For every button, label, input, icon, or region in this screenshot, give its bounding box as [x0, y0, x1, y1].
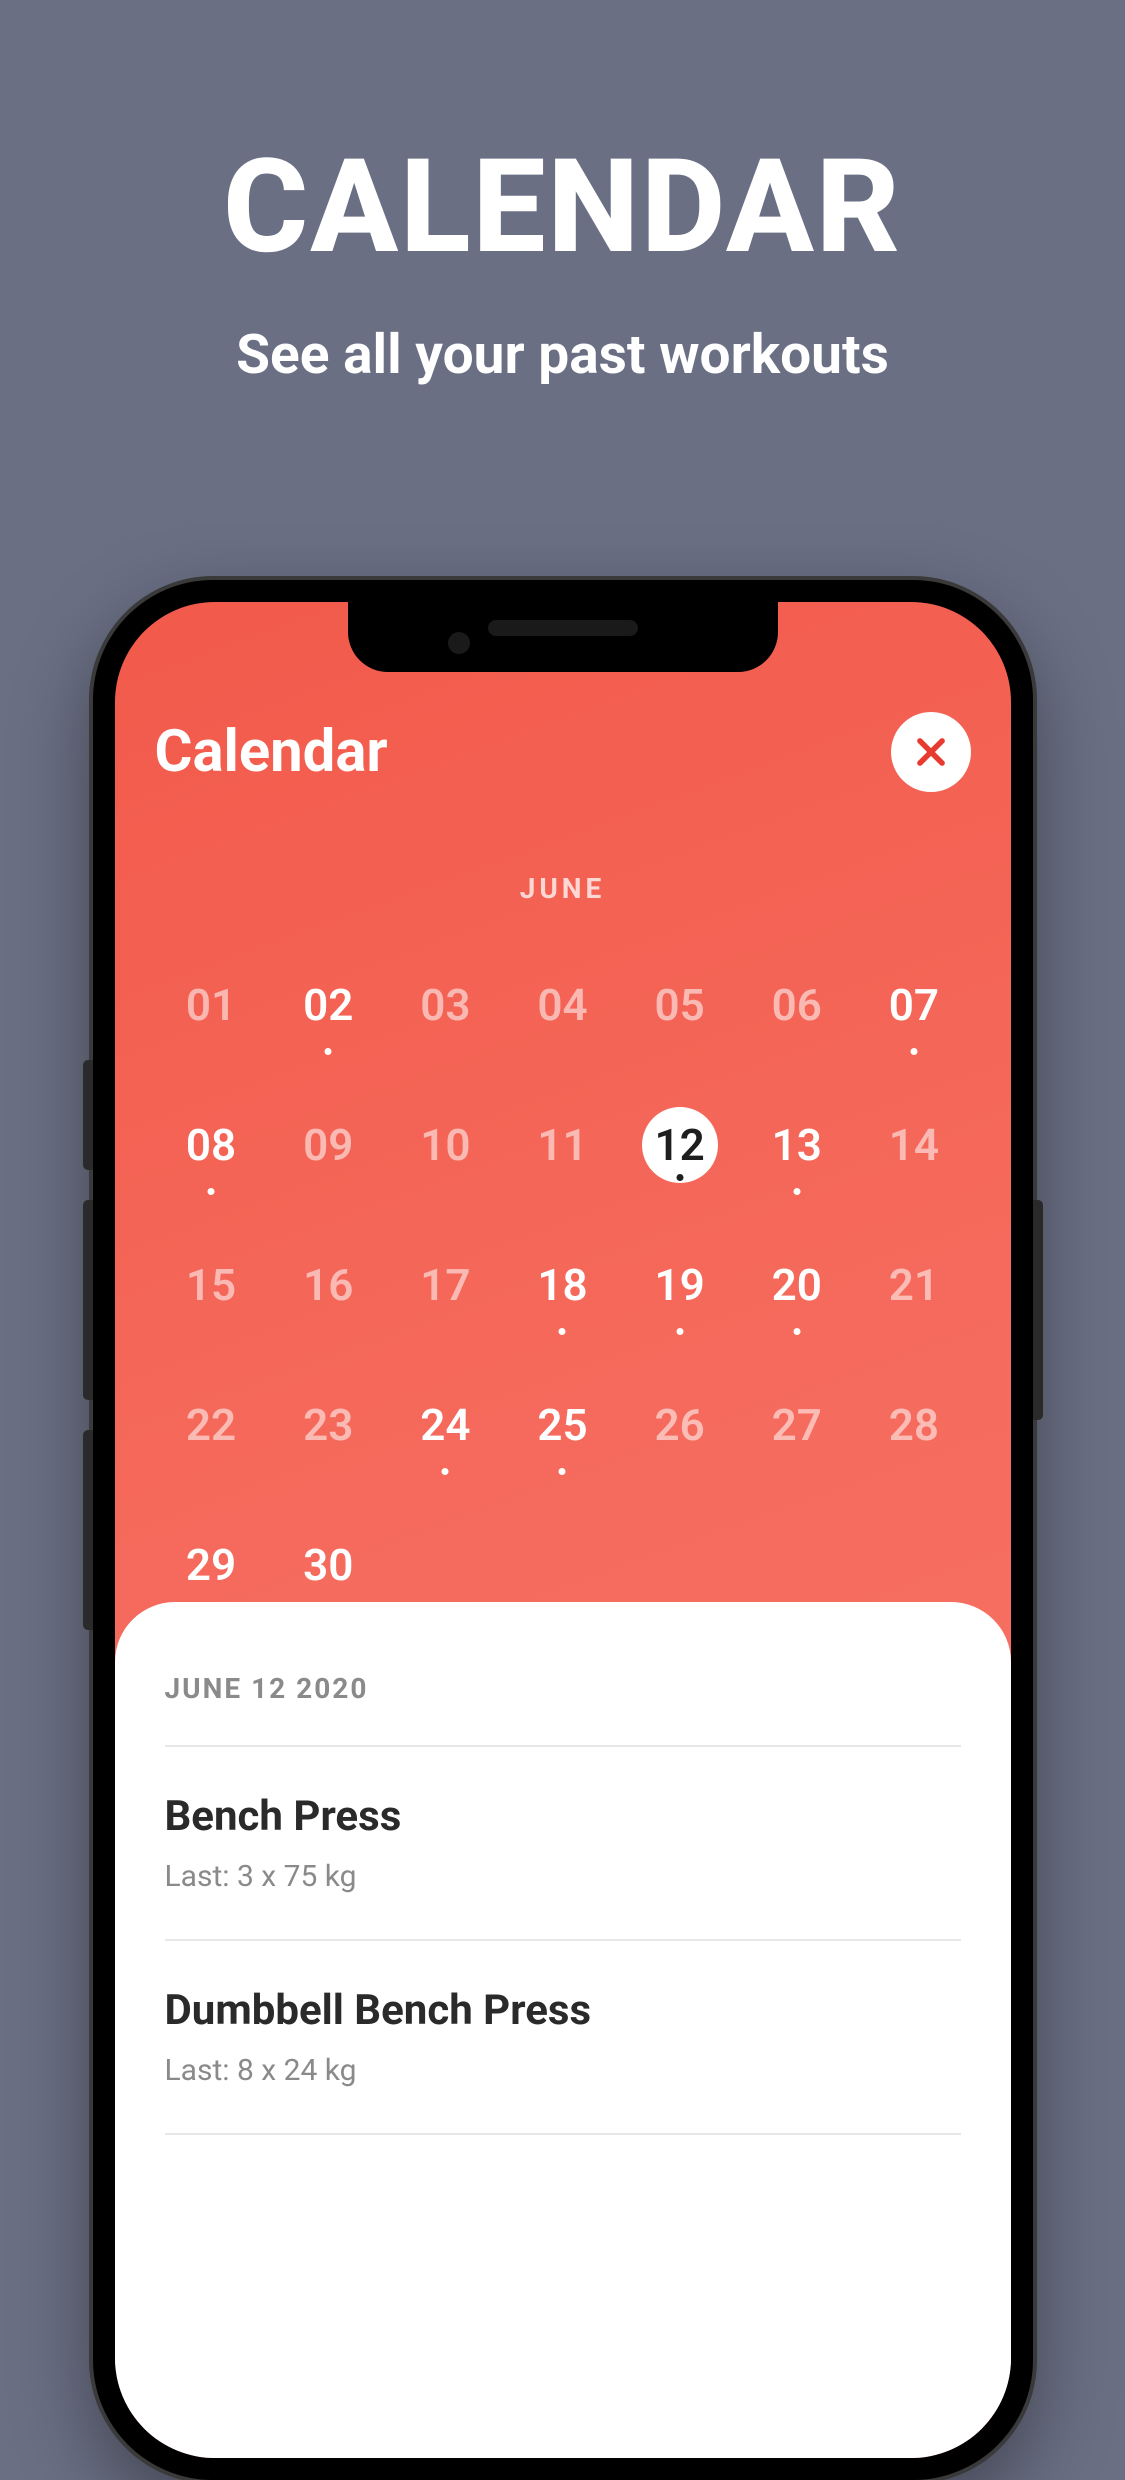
workout-dot-icon	[793, 1328, 800, 1335]
calendar-day[interactable]: 07	[855, 965, 972, 1045]
day-number: 03	[420, 979, 470, 1031]
day-number: 25	[537, 1399, 587, 1451]
calendar-day[interactable]: 28	[855, 1385, 972, 1465]
calendar-day[interactable]: 01	[153, 965, 270, 1045]
exercise-row[interactable]: Bench Press Last: 3 x 75 kg	[165, 1747, 961, 1941]
calendar-day[interactable]: 03	[387, 965, 504, 1045]
day-number: 29	[186, 1539, 236, 1591]
day-number: 01	[186, 979, 236, 1031]
day-number: 27	[772, 1399, 822, 1451]
day-number: 22	[186, 1399, 236, 1451]
calendar-day[interactable]: 20	[738, 1245, 855, 1325]
workout-dot-icon	[676, 1174, 683, 1181]
selected-date-label: JUNE 12 2020	[165, 1672, 961, 1747]
calendar-day[interactable]: 14	[855, 1105, 972, 1185]
device-frame: Calendar JUNE 01 02 03 04 05 06 07 08 09 10 11 12 13…	[93, 580, 1033, 2480]
promo-subtitle: See all your past workouts	[0, 323, 1125, 387]
workout-dot-icon	[559, 1328, 566, 1335]
day-number: 17	[420, 1259, 470, 1311]
day-number: 07	[889, 979, 939, 1031]
calendar-day[interactable]: 25	[504, 1385, 621, 1465]
calendar-day[interactable]: 15	[153, 1245, 270, 1325]
workout-dot-icon	[559, 1468, 566, 1475]
calendar-day[interactable]: 26	[621, 1385, 738, 1465]
day-number: 15	[186, 1259, 236, 1311]
day-number: 08	[186, 1119, 236, 1171]
day-number: 10	[420, 1119, 470, 1171]
month-label: JUNE	[115, 872, 1011, 905]
calendar-day[interactable]: 09	[270, 1105, 387, 1185]
workout-dot-icon	[793, 1188, 800, 1195]
calendar-day[interactable]: 27	[738, 1385, 855, 1465]
calendar-day[interactable]: 12	[621, 1105, 738, 1185]
close-icon	[912, 733, 950, 771]
day-number: 14	[889, 1119, 939, 1171]
workout-dot-icon	[325, 1048, 332, 1055]
day-number: 28	[889, 1399, 939, 1451]
day-number: 13	[772, 1119, 822, 1171]
screen-title: Calendar	[155, 718, 388, 786]
day-number: 21	[889, 1259, 939, 1311]
workout-sheet: JUNE 12 2020 Bench Press Last: 3 x 75 kg D…	[115, 1602, 1011, 2458]
day-number: 23	[303, 1399, 353, 1451]
exercise-name: Dumbbell Bench Press	[165, 1986, 961, 2035]
day-number: 19	[654, 1259, 704, 1311]
day-number: 04	[537, 979, 587, 1031]
calendar-day[interactable]: 29	[153, 1525, 270, 1605]
calendar-day[interactable]: 10	[387, 1105, 504, 1185]
exercise-row[interactable]: Dumbbell Bench Press Last: 8 x 24 kg	[165, 1941, 961, 2135]
day-number: 09	[303, 1119, 353, 1171]
day-number: 12	[654, 1119, 704, 1171]
calendar-day[interactable]: 05	[621, 965, 738, 1045]
day-number: 11	[537, 1119, 587, 1171]
calendar-day[interactable]: 02	[270, 965, 387, 1045]
exercise-name: Bench Press	[165, 1792, 961, 1841]
day-number: 02	[303, 979, 353, 1031]
calendar-day[interactable]: 21	[855, 1245, 972, 1325]
day-number: 05	[654, 979, 704, 1031]
calendar-day[interactable]: 13	[738, 1105, 855, 1185]
day-number: 24	[420, 1399, 470, 1451]
calendar-day[interactable]: 24	[387, 1385, 504, 1465]
workout-dot-icon	[910, 1048, 917, 1055]
day-number: 26	[654, 1399, 704, 1451]
day-number: 06	[772, 979, 822, 1031]
promo-title: CALENDAR	[0, 0, 1125, 283]
calendar-day[interactable]: 18	[504, 1245, 621, 1325]
calendar-day[interactable]: 08	[153, 1105, 270, 1185]
exercise-last-set: Last: 3 x 75 kg	[165, 1859, 961, 1894]
app-screen: Calendar JUNE 01 02 03 04 05 06 07 08 09 10 11 12 13…	[115, 602, 1011, 2458]
exercise-last-set: Last: 8 x 24 kg	[165, 2053, 961, 2088]
day-number: 30	[303, 1539, 353, 1591]
calendar-grid: 01 02 03 04 05 06 07 08 09 10 11 12 13 14 15 16 17 18 19 20…	[115, 965, 1011, 1605]
calendar-day[interactable]: 19	[621, 1245, 738, 1325]
exercise-list: Bench Press Last: 3 x 75 kg Dumbbell Bench…	[165, 1747, 961, 2135]
workout-dot-icon	[676, 1328, 683, 1335]
calendar-day[interactable]: 23	[270, 1385, 387, 1465]
device-notch	[348, 602, 778, 672]
calendar-day[interactable]: 06	[738, 965, 855, 1045]
calendar-day[interactable]: 16	[270, 1245, 387, 1325]
device-side-button	[1033, 1200, 1043, 1420]
day-number: 16	[303, 1259, 353, 1311]
day-number: 20	[772, 1259, 822, 1311]
calendar-day[interactable]: 22	[153, 1385, 270, 1465]
workout-dot-icon	[442, 1468, 449, 1475]
calendar-day[interactable]: 30	[270, 1525, 387, 1605]
close-button[interactable]	[891, 712, 971, 792]
calendar-day[interactable]: 04	[504, 965, 621, 1045]
calendar-day[interactable]: 11	[504, 1105, 621, 1185]
workout-dot-icon	[208, 1188, 215, 1195]
calendar-day[interactable]: 17	[387, 1245, 504, 1325]
day-number: 18	[537, 1259, 587, 1311]
